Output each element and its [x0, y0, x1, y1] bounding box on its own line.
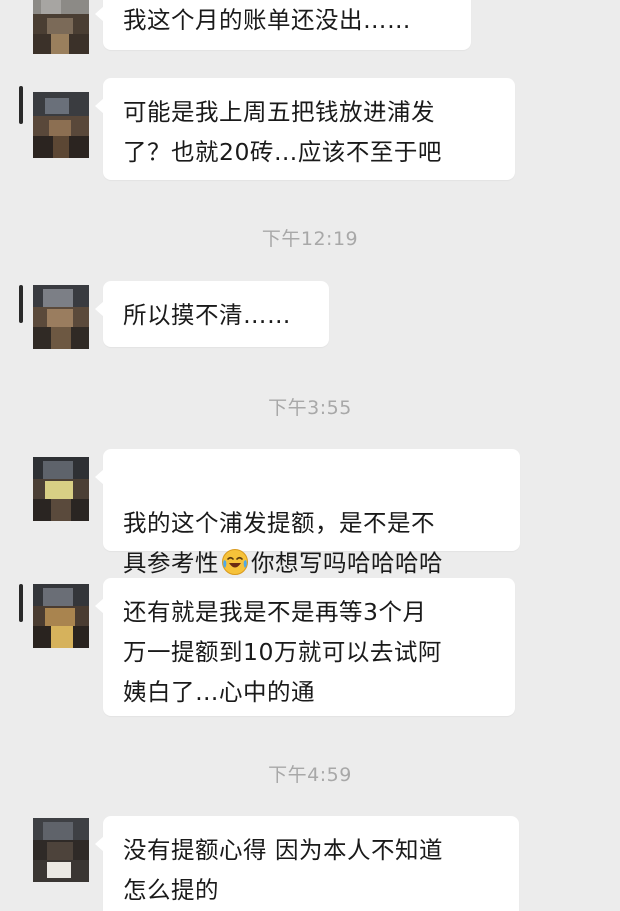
avatar[interactable]	[33, 0, 89, 54]
timestamp: 下午3:55	[268, 397, 352, 419]
selection-marker	[19, 86, 23, 124]
selection-marker	[19, 285, 23, 323]
chat-conversation[interactable]: 我这个月的账单还没出…… 可能是我上周五把钱放进浦发 了？也就20砖…应该不至于…	[0, 0, 620, 911]
timestamp: 下午4:59	[268, 764, 352, 786]
message-bubble[interactable]: 所以摸不清……	[95, 281, 329, 347]
timestamp: 下午12:19	[261, 228, 359, 250]
avatar[interactable]	[33, 285, 89, 349]
message-bubble[interactable]: 可能是我上周五把钱放进浦发 了？也就20砖…应该不至于吧	[95, 78, 515, 180]
laughing-crying-emoji-icon	[222, 549, 248, 575]
message-text: 你想写吗哈哈哈哈	[251, 549, 443, 577]
message-bubble[interactable]: 我这个月的账单还没出……	[95, 0, 471, 50]
avatar[interactable]	[33, 584, 89, 648]
message-bubble[interactable]: 还有就是我是不是再等3个月 万一提额到10万就可以去试阿 姨白了…心中的通	[95, 578, 515, 716]
selection-marker	[19, 584, 23, 622]
message-bubble[interactable]: 我的这个浦发提额，是不是不 具参考性 你想写吗哈哈哈哈	[95, 449, 520, 577]
message-bubble[interactable]: 没有提额心得 因为本人不知道 怎么提的	[95, 816, 519, 911]
avatar[interactable]	[33, 457, 89, 521]
avatar[interactable]	[33, 818, 89, 882]
avatar[interactable]	[33, 92, 89, 158]
